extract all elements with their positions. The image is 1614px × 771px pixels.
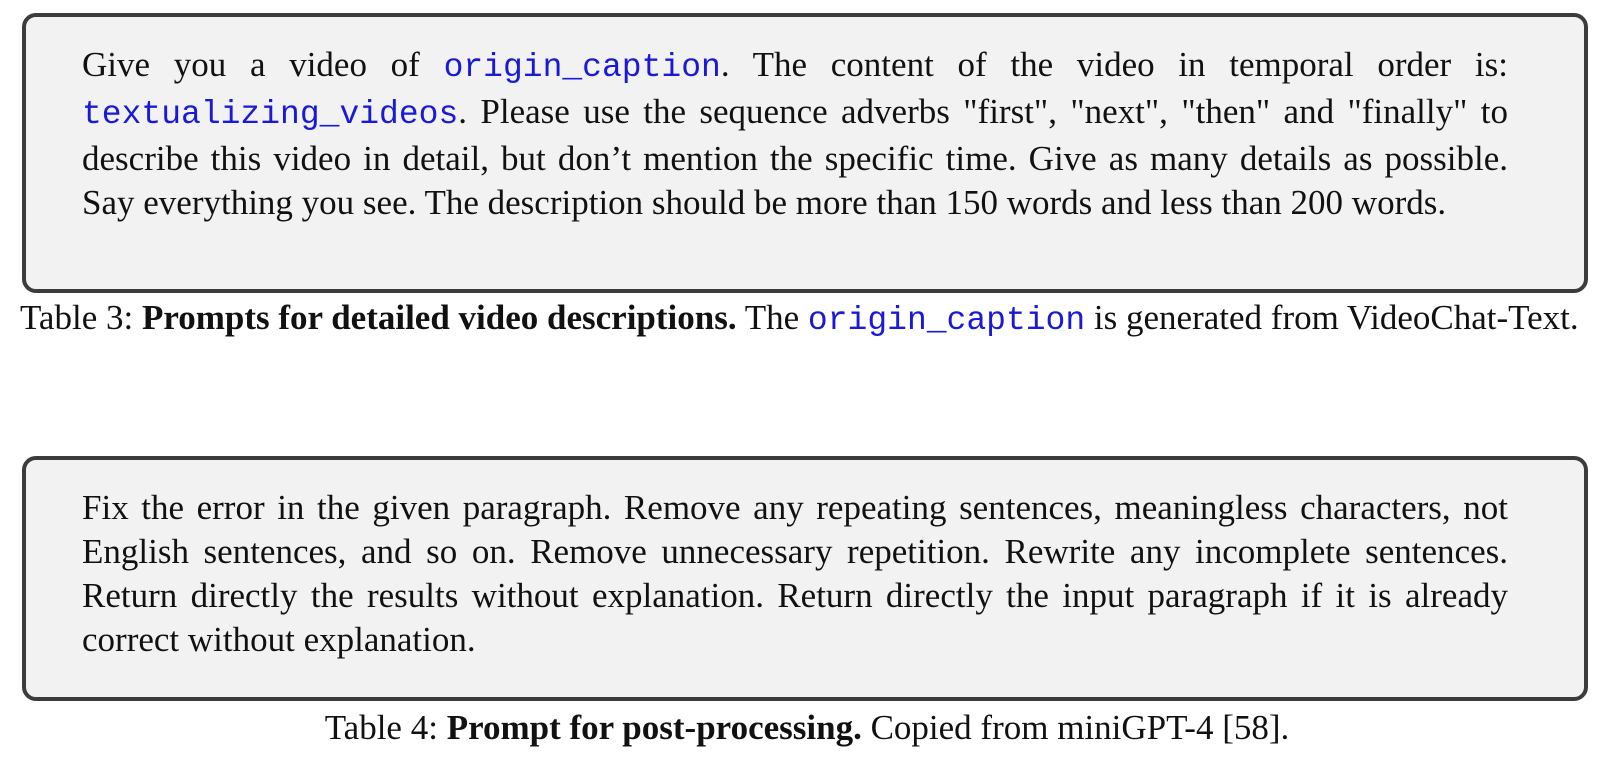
caption-title: Prompts for detailed video descriptions. (141, 298, 737, 337)
caption-text: Copied from miniGPT-4 [58]. (861, 708, 1290, 747)
caption-text: is generated from VideoChat-Text. (1085, 298, 1579, 337)
code-variable-origin-caption: origin_caption (443, 49, 721, 86)
prompt-box-detailed-descriptions: Give you a video of origin_caption. The … (22, 13, 1588, 293)
caption-title: Prompt for post-processing. (446, 708, 862, 747)
table-3-caption: Table 3: Prompts for detailed video desc… (20, 296, 1594, 343)
table-4-caption: Table 4: Prompt for post-processing. Cop… (0, 706, 1614, 750)
caption-label: Table 3: (20, 298, 142, 337)
prompt-text: . The content of the video in temporal o… (720, 45, 1508, 84)
code-variable-textualizing-videos: textualizing_videos (82, 96, 459, 133)
caption-label: Table 4: (324, 708, 447, 747)
caption-text: The (736, 298, 808, 337)
prompt-text: Fix the error in the given paragraph. Re… (82, 488, 1508, 659)
code-variable-origin-caption: origin_caption (807, 302, 1086, 339)
prompt-text: Give you a video of (82, 45, 444, 84)
prompt-box-post-processing: Fix the error in the given paragraph. Re… (22, 456, 1588, 701)
